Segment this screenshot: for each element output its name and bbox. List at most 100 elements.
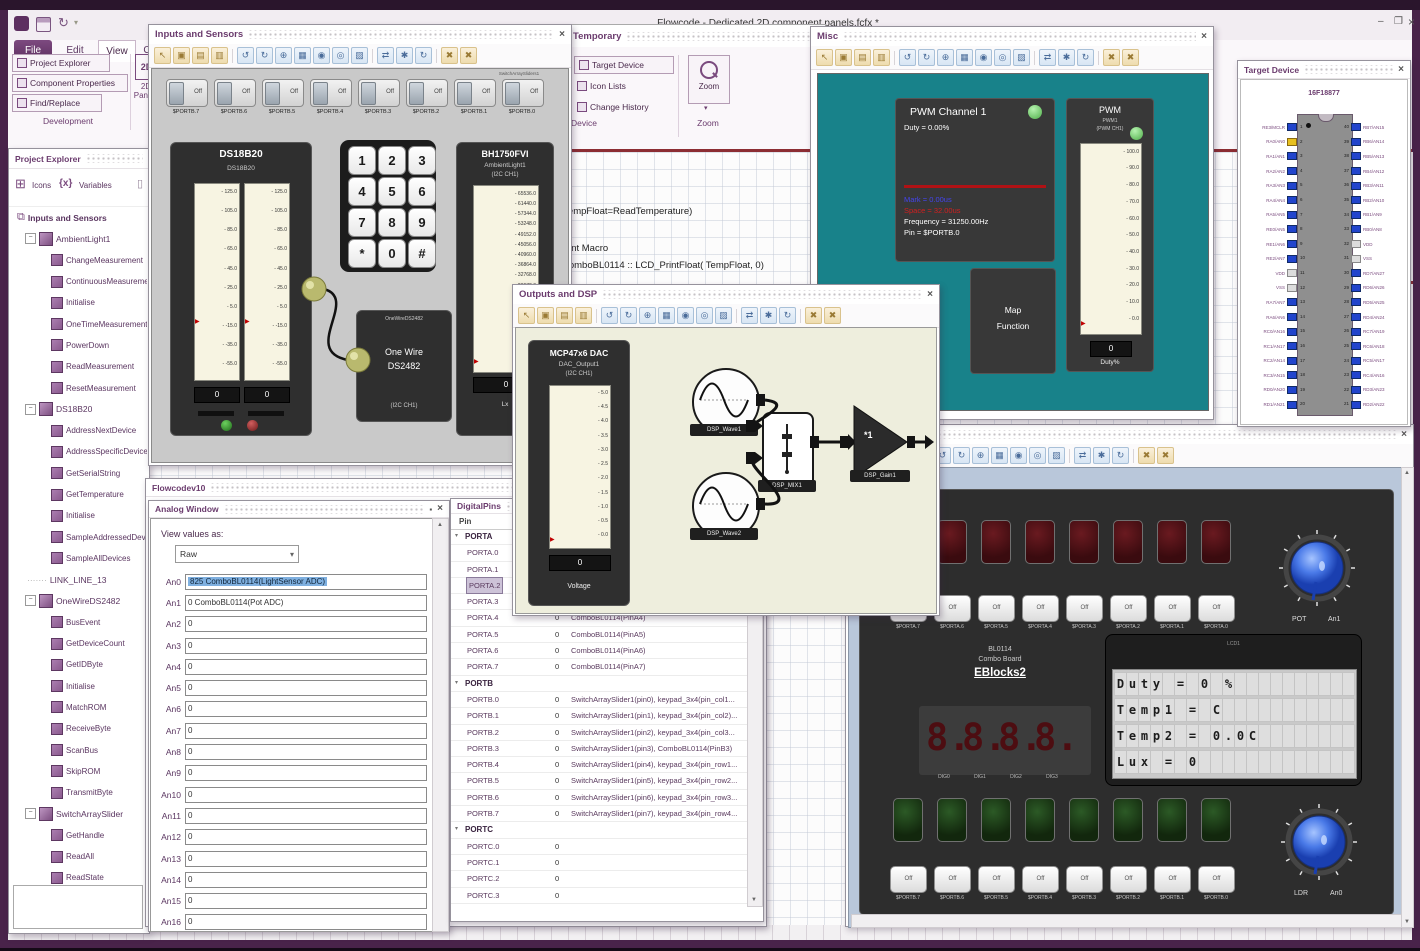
tree-item-addressnextdevice[interactable]: AddressNextDevice (11, 420, 147, 441)
tree-item-matchrom[interactable]: MatchROM (11, 697, 147, 718)
icons-view-label[interactable]: Icons (32, 181, 51, 190)
tree-item-gethandle[interactable]: GetHandle (11, 825, 147, 846)
tree-item-initialise[interactable]: Initialise (11, 292, 147, 313)
camera-icon[interactable]: ◎ (696, 307, 713, 324)
expander-icon[interactable]: − (25, 808, 36, 820)
keypad-key-1[interactable]: 1 (348, 146, 376, 175)
icons-view-icon[interactable]: ⊞ (15, 176, 26, 192)
redo-icon[interactable]: ↻ (953, 447, 970, 464)
variables-label[interactable]: Variables (79, 181, 112, 190)
redo-icon[interactable]: ↻ (256, 47, 273, 64)
ds18b20-component[interactable]: DS18B20 DS18B20 - 125.0 - 105.0 - 85.0 - 65… (170, 142, 312, 436)
digital-row-portc[interactable]: ▾ PORTC (451, 822, 747, 839)
input-switch[interactable]: Off (166, 79, 208, 107)
eye-icon[interactable]: ◉ (1010, 447, 1027, 464)
keypad-key-8[interactable]: 8 (378, 208, 406, 237)
undo-icon[interactable]: ↺ (237, 47, 254, 64)
tree-item-resetmeasurement[interactable]: ResetMeasurement (11, 377, 147, 398)
camera-icon[interactable]: ◎ (994, 49, 1011, 66)
board-switch-porta3[interactable]: Off (1066, 595, 1103, 622)
scroll-up-icon[interactable]: ▲ (1401, 470, 1413, 476)
redo-icon[interactable]: ↻ (620, 307, 637, 324)
group-expander-icon[interactable]: ▾ (455, 529, 458, 544)
tree-item-ambientlight1[interactable]: − AmbientLight1 (11, 228, 147, 249)
board-switch-portb6[interactable]: Off (934, 866, 971, 893)
duplicate-icon[interactable]: ▥ (211, 47, 228, 64)
board-switch-portb4[interactable]: Off (1022, 866, 1059, 893)
tree-item-getserialstring[interactable]: GetSerialString (11, 463, 147, 484)
delete-icon[interactable]: ✖ (441, 47, 458, 64)
pin-icon[interactable]: ⊕ (639, 307, 656, 324)
eye-icon[interactable]: ◉ (313, 47, 330, 64)
pwm-meter-component[interactable]: PWM PWM1 (PWM CH1) - 100.0- 90.0- 80.0- … (1066, 98, 1154, 372)
analog-value-field[interactable]: 0 (185, 829, 427, 846)
cursor-icon[interactable]: ↖ (816, 49, 833, 66)
digital-row-portc.3[interactable]: PORTC.3 0 (451, 888, 747, 904)
digital-row-portc.1[interactable]: PORTC.1 0 (451, 855, 747, 872)
keypad-key-7[interactable]: 7 (348, 208, 376, 237)
save-icon[interactable] (36, 17, 51, 32)
analog-value-field[interactable]: 0 ComboBL0114(Pot ADC) (185, 594, 427, 611)
analog-value-field[interactable]: 0 (185, 744, 427, 761)
tree-item-busevent[interactable]: BusEvent (11, 612, 147, 633)
pin-icon[interactable]: ⊕ (937, 49, 954, 66)
tree-item-transmitbyte[interactable]: TransmitByte (11, 782, 147, 803)
tree-item-readmeasurement[interactable]: ReadMeasurement (11, 356, 147, 377)
digital-row-portc.2[interactable]: PORTC.2 0 (451, 871, 747, 888)
rotate-icon[interactable]: ↻ (1077, 49, 1094, 66)
delete-icon[interactable]: ✖ (1138, 447, 1155, 464)
cursor-icon[interactable]: ↖ (518, 307, 535, 324)
digital-row-portc.0[interactable]: PORTC.0 0 (451, 839, 747, 855)
outputs-dsp-titlebar[interactable]: Outputs and DSP × (513, 285, 939, 305)
analog-value-field[interactable]: 0 (185, 658, 427, 675)
group-expander-icon[interactable]: ▾ (455, 822, 458, 837)
project-explorer-button[interactable]: Project Explorer (12, 54, 110, 72)
digital-row-portb.5[interactable]: PORTB.5 0 SwitchArraySlider1(pin5), keypad… (451, 773, 747, 790)
more-icon[interactable]: ▾ (74, 18, 78, 27)
board-switch-porta5[interactable]: Off (978, 595, 1015, 622)
rotate-icon[interactable]: ↻ (779, 307, 796, 324)
minimize-button[interactable]: – (1378, 16, 1384, 27)
misc-panel-titlebar[interactable]: Misc × (811, 27, 1213, 47)
analog-value-field[interactable]: 0 (185, 722, 427, 739)
tree-item-skiprom[interactable]: SkipROM (11, 761, 147, 782)
variables-icon[interactable]: {x} (59, 178, 72, 189)
digital-row-portb.4[interactable]: PORTB.4 0 SwitchArraySlider1(pin4), keypad… (451, 757, 747, 774)
rotate-icon[interactable]: ↻ (415, 47, 432, 64)
scroll-up-icon[interactable]: ▲ (434, 522, 446, 528)
input-switch[interactable]: Off (214, 79, 256, 107)
minimize-icon[interactable]: ▪ (429, 505, 432, 514)
dac-component[interactable]: MCP47x6 DAC DAC_Output1 (I2C CH1) - 5.0-… (528, 340, 630, 606)
ldr-knob[interactable] (1277, 800, 1361, 884)
digital-row-porta.6[interactable]: PORTA.6 0 ComboBL0114(PinA6) (451, 643, 747, 660)
paste-icon[interactable]: ▤ (192, 47, 209, 64)
digital-row-portb.1[interactable]: PORTB.1 0 SwitchArraySlider1(pin1), keypad… (451, 708, 747, 725)
link-icon[interactable]: ⇄ (741, 307, 758, 324)
duplicate-icon[interactable]: ▥ (575, 307, 592, 324)
change-history-toggle[interactable]: Change History (574, 99, 680, 114)
delete-icon[interactable]: ✖ (1103, 49, 1120, 66)
close-icon[interactable]: × (927, 289, 933, 300)
close-icon[interactable]: × (1398, 64, 1404, 75)
tree-item-getdevicecount[interactable]: GetDeviceCount (11, 633, 147, 654)
analog-value-field[interactable]: 0 (185, 914, 427, 931)
tree-item-continuousmeasurement[interactable]: ContinuousMeasurement (11, 271, 147, 292)
keypad-key-3[interactable]: 3 (408, 146, 436, 175)
maximize-button[interactable]: ❐ (1394, 16, 1403, 27)
input-switch[interactable]: Off (262, 79, 304, 107)
tree-item-readall[interactable]: ReadAll (11, 846, 147, 867)
tree-item-initialise[interactable]: Initialise (11, 505, 147, 526)
camera-icon[interactable]: ◎ (1029, 447, 1046, 464)
eye-icon[interactable]: ◉ (677, 307, 694, 324)
camera2-icon[interactable]: ▨ (1048, 447, 1065, 464)
tree-item-link_line_13[interactable]: ······· LINK_LINE_13 (11, 569, 147, 590)
close-icon[interactable]: × (1401, 429, 1407, 440)
board-switch-portb3[interactable]: Off (1066, 866, 1103, 893)
board-switch-porta0[interactable]: Off (1198, 595, 1235, 622)
tree-item-switcharrayslider[interactable]: − SwitchArraySlider (11, 803, 147, 824)
board-switch-porta4[interactable]: Off (1022, 595, 1059, 622)
link-icon[interactable]: ⇄ (1074, 447, 1091, 464)
scroll-down-icon[interactable]: ▼ (1401, 919, 1413, 925)
input-switch[interactable]: Off (454, 79, 496, 107)
digital-row-portc.4[interactable]: PORTC.4 0 (451, 904, 747, 905)
